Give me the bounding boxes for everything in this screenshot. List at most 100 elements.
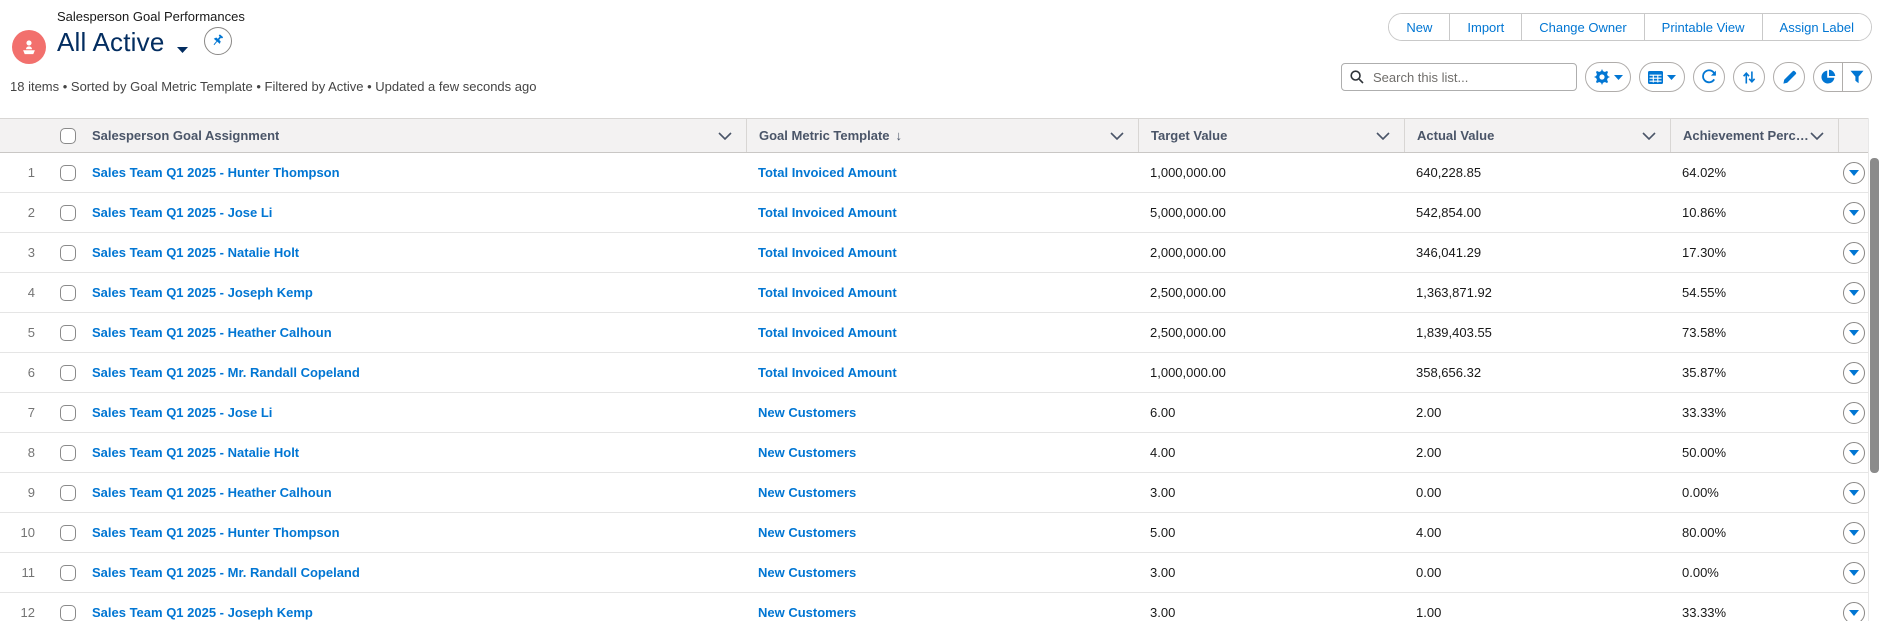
row-checkbox[interactable]: [59, 164, 76, 181]
table-row: 6 Sales Team Q1 2025 - Mr. Randall Copela…: [0, 353, 1869, 393]
goal-assignment-link[interactable]: Sales Team Q1 2025 - Mr. Randall Copelan…: [92, 565, 360, 580]
action-button-import[interactable]: Import: [1449, 14, 1522, 40]
column-menu-chevron[interactable]: [1376, 128, 1390, 143]
row-checkbox[interactable]: [59, 324, 76, 341]
row-checkbox-cell: [45, 433, 90, 472]
search-input[interactable]: [1371, 68, 1568, 86]
row-actions-button[interactable]: [1842, 161, 1865, 184]
row-actions-button[interactable]: [1842, 441, 1865, 464]
charts-button[interactable]: [1814, 63, 1842, 91]
row-checkbox[interactable]: [59, 364, 76, 381]
goal-assignment-link[interactable]: Sales Team Q1 2025 - Hunter Thompson: [92, 165, 340, 180]
display-as-button[interactable]: [1639, 62, 1685, 92]
goal-assignment-link[interactable]: Sales Team Q1 2025 - Heather Calhoun: [92, 485, 332, 500]
pie-chart-icon: [1821, 69, 1836, 84]
column-header-achievement-perce[interactable]: Achievement Perce...: [1670, 119, 1838, 152]
row-checkbox[interactable]: [59, 604, 76, 621]
row-number-header: [0, 119, 45, 152]
row-checkbox[interactable]: [59, 524, 76, 541]
row-actions-button[interactable]: [1842, 201, 1865, 224]
column-header-goal-metric-template[interactable]: Goal Metric Template ↓: [746, 119, 1138, 152]
row-checkbox[interactable]: [59, 564, 76, 581]
sort-button[interactable]: [1733, 62, 1765, 92]
row-actions-button[interactable]: [1842, 281, 1865, 304]
actual-value-cell: 2.00: [1416, 405, 1442, 420]
row-actions-button[interactable]: [1842, 601, 1865, 621]
action-button-change-owner[interactable]: Change Owner: [1521, 14, 1644, 40]
action-button-printable-view[interactable]: Printable View: [1643, 14, 1762, 40]
row-number: 12: [20, 605, 35, 620]
row-actions-cell: [1838, 473, 1869, 512]
goal-assignment-link[interactable]: Sales Team Q1 2025 - Jose Li: [92, 405, 272, 420]
goal-metric-template-link[interactable]: Total Invoiced Amount: [758, 285, 897, 300]
target-value-cell: 3.00: [1150, 565, 1176, 580]
row-actions-button[interactable]: [1842, 241, 1865, 264]
row-actions-button[interactable]: [1842, 361, 1865, 384]
action-button-assign-label[interactable]: Assign Label: [1761, 14, 1871, 40]
goal-metric-template-link[interactable]: Total Invoiced Amount: [758, 245, 897, 260]
view-selector-caret-button[interactable]: [176, 46, 188, 53]
row-checkbox[interactable]: [59, 484, 76, 501]
goal-metric-template-link[interactable]: Total Invoiced Amount: [758, 205, 897, 220]
select-all-checkbox[interactable]: [59, 127, 76, 144]
goal-assignment-cell: Sales Team Q1 2025 - Joseph Kemp: [90, 273, 746, 312]
goal-metric-template-link[interactable]: Total Invoiced Amount: [758, 165, 897, 180]
dropdown-caret-icon: [1848, 369, 1859, 376]
chevron-down-icon: [176, 46, 188, 53]
row-checkbox[interactable]: [59, 204, 76, 221]
column-menu-chevron[interactable]: [1642, 128, 1656, 143]
goal-person-podium-icon: [23, 40, 35, 55]
vertical-scrollbar[interactable]: [1868, 118, 1881, 621]
row-actions-button[interactable]: [1842, 521, 1865, 544]
goal-metric-template-link[interactable]: Total Invoiced Amount: [758, 325, 897, 340]
column-header-target-value[interactable]: Target Value: [1138, 119, 1404, 152]
goal-assignment-link[interactable]: Sales Team Q1 2025 - Hunter Thompson: [92, 525, 340, 540]
goal-metric-template-cell: New Customers: [746, 433, 1138, 472]
row-actions-button[interactable]: [1842, 321, 1865, 344]
goal-assignment-link[interactable]: Sales Team Q1 2025 - Heather Calhoun: [92, 325, 332, 340]
column-header-salesperson-goal-assignment[interactable]: Salesperson Goal Assignment: [90, 119, 746, 152]
table-row: 3 Sales Team Q1 2025 - Natalie Holt Total …: [0, 233, 1869, 273]
goal-assignment-link[interactable]: Sales Team Q1 2025 - Natalie Holt: [92, 245, 299, 260]
search-icon: [1350, 70, 1364, 84]
column-chevron-icon: [1376, 132, 1390, 141]
pin-list-view-button[interactable]: [203, 26, 232, 55]
goal-metric-template-link[interactable]: New Customers: [758, 405, 856, 420]
row-actions-button[interactable]: [1842, 561, 1865, 584]
row-actions-cell: [1838, 593, 1869, 621]
inline-edit-button[interactable]: [1773, 62, 1805, 92]
goal-assignment-cell: Sales Team Q1 2025 - Heather Calhoun: [90, 473, 746, 512]
refresh-button[interactable]: [1693, 62, 1725, 92]
salesforce-list-view: Salesperson Goal Performances All Active…: [0, 0, 1881, 621]
goal-assignment-link[interactable]: Sales Team Q1 2025 - Joseph Kemp: [92, 605, 313, 620]
goal-metric-template-cell: Total Invoiced Amount: [746, 313, 1138, 352]
goal-metric-template-link[interactable]: New Customers: [758, 525, 856, 540]
dropdown-caret-icon: [1848, 529, 1859, 536]
column-menu-chevron[interactable]: [718, 128, 732, 143]
goal-metric-template-link[interactable]: New Customers: [758, 565, 856, 580]
column-menu-chevron[interactable]: [1110, 128, 1124, 143]
row-actions-button[interactable]: [1842, 401, 1865, 424]
row-checkbox[interactable]: [59, 404, 76, 421]
action-button-new[interactable]: New: [1389, 14, 1450, 40]
goal-metric-template-link[interactable]: New Customers: [758, 605, 856, 620]
goal-assignment-link[interactable]: Sales Team Q1 2025 - Mr. Randall Copelan…: [92, 365, 360, 380]
goal-assignment-link[interactable]: Sales Team Q1 2025 - Jose Li: [92, 205, 272, 220]
column-header-actual-value[interactable]: Actual Value: [1404, 119, 1670, 152]
scrollbar-thumb[interactable]: [1870, 158, 1879, 473]
list-view-controls-button[interactable]: [1585, 62, 1631, 92]
row-checkbox[interactable]: [59, 244, 76, 261]
row-checkbox[interactable]: [59, 444, 76, 461]
goal-assignment-link[interactable]: Sales Team Q1 2025 - Joseph Kemp: [92, 285, 313, 300]
filters-button[interactable]: [1842, 63, 1871, 91]
refresh-icon: [1702, 69, 1716, 84]
dropdown-caret-icon: [1848, 329, 1859, 336]
row-actions-button[interactable]: [1842, 481, 1865, 504]
row-actions-cell: [1838, 153, 1869, 192]
row-checkbox[interactable]: [59, 284, 76, 301]
goal-metric-template-link[interactable]: New Customers: [758, 485, 856, 500]
goal-assignment-link[interactable]: Sales Team Q1 2025 - Natalie Holt: [92, 445, 299, 460]
goal-metric-template-link[interactable]: Total Invoiced Amount: [758, 365, 897, 380]
column-menu-chevron[interactable]: [1810, 128, 1824, 143]
goal-metric-template-link[interactable]: New Customers: [758, 445, 856, 460]
